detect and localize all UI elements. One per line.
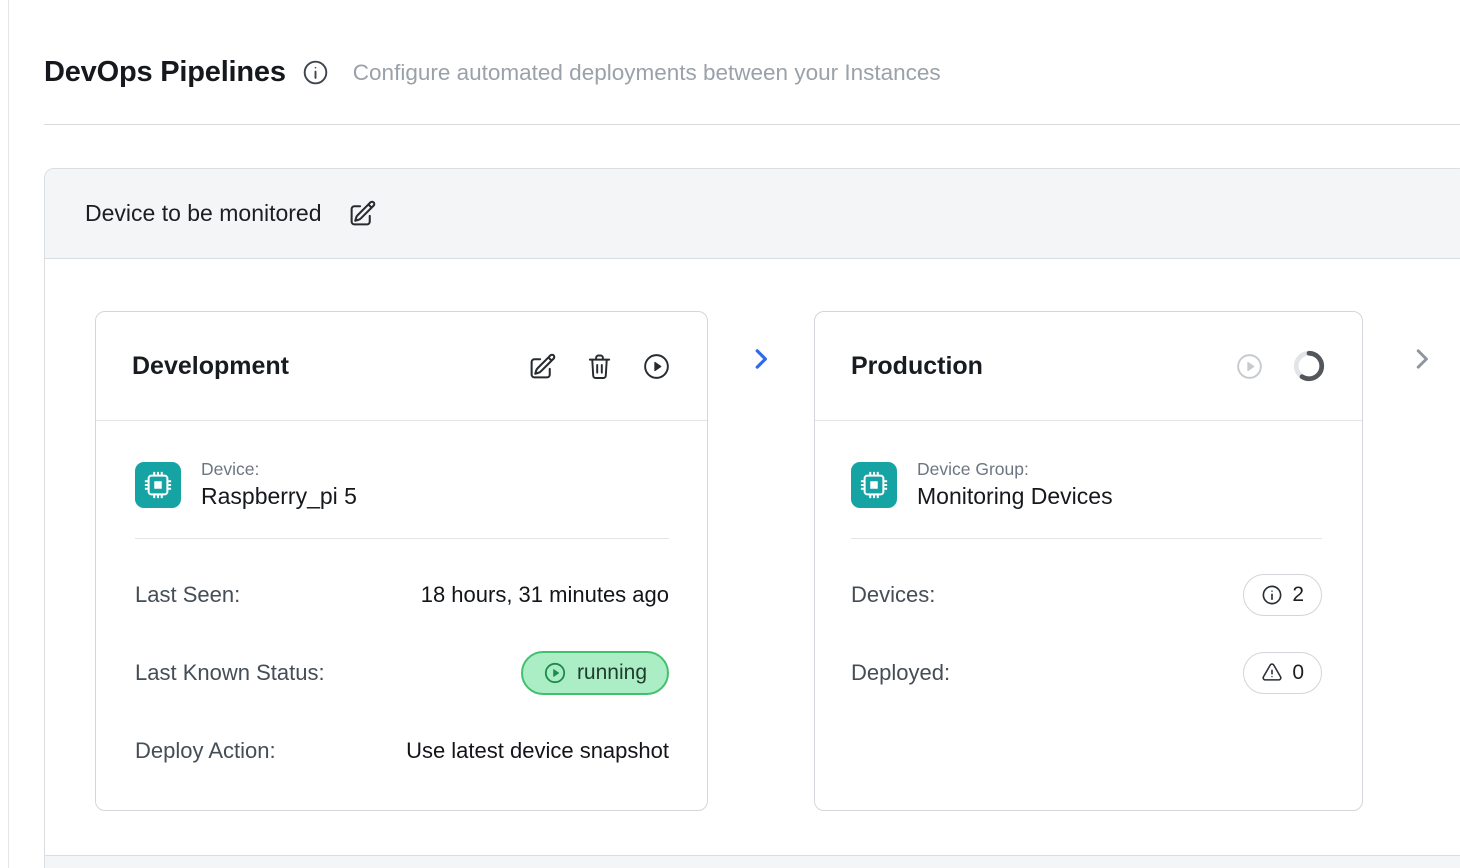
card-divider	[135, 538, 669, 539]
last-seen-row: Last Seen: 18 hours, 31 minutes ago	[135, 573, 669, 617]
header-divider	[44, 124, 1460, 125]
status-text: running	[577, 661, 647, 685]
device-meta: Device: Raspberry_pi 5	[201, 459, 357, 510]
device-group-meta: Device Group: Monitoring Devices	[917, 459, 1113, 510]
panel-header: Device to be monitored	[45, 169, 1460, 259]
trash-icon	[585, 352, 614, 381]
card-divider	[851, 538, 1322, 539]
panel-title: Device to be monitored	[85, 200, 322, 227]
pipeline-panel: Device to be monitored Development	[44, 168, 1460, 868]
info-circle-icon	[302, 59, 329, 86]
devops-pipelines-page: DevOps Pipelines Configure automated dep…	[0, 0, 1460, 868]
device-label: Device:	[201, 459, 357, 480]
production-title: Production	[851, 352, 983, 381]
play-circle-icon	[543, 661, 567, 685]
edit-icon	[528, 352, 557, 381]
pipeline-canvas: Development	[45, 259, 1460, 855]
devices-label: Devices:	[851, 582, 935, 608]
chevron-right-icon	[1407, 344, 1437, 374]
play-circle-icon	[642, 352, 671, 381]
device-row: Device: Raspberry_pi 5	[135, 459, 669, 510]
page-header: DevOps Pipelines Configure automated dep…	[44, 56, 941, 89]
cpu-chip-icon	[851, 462, 897, 508]
info-icon[interactable]	[302, 59, 329, 86]
next-stage-button[interactable]	[1401, 311, 1443, 375]
run-stage-button[interactable]	[642, 352, 671, 381]
info-circle-icon	[1261, 584, 1283, 606]
status-label: Last Known Status:	[135, 660, 325, 686]
deployed-row: Deployed: 0	[851, 651, 1322, 695]
panel-footer	[45, 855, 1460, 868]
page-title: DevOps Pipelines	[44, 56, 286, 89]
deploy-action-label: Deploy Action:	[135, 738, 276, 764]
development-card: Development	[95, 311, 708, 811]
layout-divider	[8, 0, 9, 868]
development-card-header: Development	[96, 312, 707, 421]
devices-count-pill[interactable]: 2	[1243, 574, 1322, 616]
last-seen-value: 18 hours, 31 minutes ago	[421, 582, 669, 608]
play-circle-icon	[1235, 352, 1264, 381]
deployed-count: 0	[1292, 661, 1304, 685]
last-seen-label: Last Seen:	[135, 582, 240, 608]
development-actions	[528, 352, 671, 381]
production-card-body: Device Group: Monitoring Devices Devices…	[815, 421, 1362, 695]
spinner-icon	[1292, 349, 1326, 383]
production-card-header: Production	[815, 312, 1362, 421]
deployed-count-pill[interactable]: 0	[1243, 652, 1322, 694]
production-actions	[1235, 349, 1326, 383]
warning-triangle-icon	[1261, 662, 1283, 684]
development-title: Development	[132, 352, 289, 381]
page-subtitle: Configure automated deployments between …	[353, 60, 941, 86]
devices-row: Devices: 2	[851, 573, 1322, 617]
delete-stage-button[interactable]	[585, 352, 614, 381]
edit-icon	[348, 199, 377, 228]
device-group-row: Device Group: Monitoring Devices	[851, 459, 1322, 510]
device-name: Raspberry_pi 5	[201, 483, 357, 510]
edit-pipeline-button[interactable]	[348, 199, 377, 228]
device-group-name: Monitoring Devices	[917, 483, 1113, 510]
status-row: Last Known Status: running	[135, 651, 669, 695]
production-card: Production	[814, 311, 1363, 811]
run-stage-button-disabled[interactable]	[1235, 352, 1264, 381]
deploy-action-row: Deploy Action: Use latest device snapsho…	[135, 729, 669, 773]
status-badge: running	[521, 651, 669, 695]
deploy-action-value: Use latest device snapshot	[406, 738, 669, 764]
edit-stage-button[interactable]	[528, 352, 557, 381]
deployed-label: Deployed:	[851, 660, 950, 686]
chevron-right-icon-blue	[708, 311, 814, 374]
cpu-chip-icon	[135, 462, 181, 508]
development-card-body: Device: Raspberry_pi 5 Last Seen: 18 hou…	[96, 421, 707, 773]
device-group-label: Device Group:	[917, 459, 1113, 480]
devices-count: 2	[1292, 583, 1304, 607]
